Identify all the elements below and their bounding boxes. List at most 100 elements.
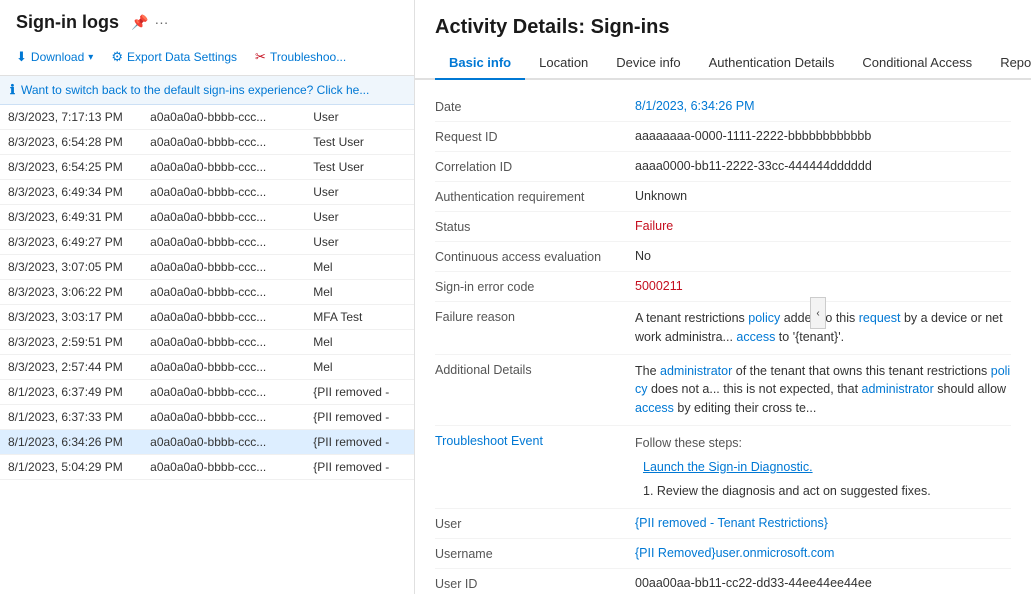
detail-field-label: Troubleshoot Event xyxy=(435,433,635,448)
log-id: a0a0a0a0-bbbb-ccc... xyxy=(142,305,305,330)
log-date: 8/3/2023, 6:49:27 PM xyxy=(0,230,142,255)
export-button[interactable]: ⚙ Export Data Settings xyxy=(103,45,245,69)
detail-field-label: Sign-in error code xyxy=(435,279,635,294)
detail-row: User{PII removed - Tenant Restrictions} xyxy=(435,509,1011,539)
log-user: {PII removed - xyxy=(305,405,414,430)
tab-conditional-access[interactable]: Conditional Access xyxy=(848,47,986,80)
log-user: Mel xyxy=(305,330,414,355)
troubleshoot-button[interactable]: ✂ Troubleshoo... xyxy=(247,45,354,69)
log-date: 8/3/2023, 6:49:31 PM xyxy=(0,205,142,230)
detail-row: Continuous access evaluationNo xyxy=(435,242,1011,272)
log-user: {PII removed - xyxy=(305,430,414,455)
log-date: 8/3/2023, 6:54:25 PM xyxy=(0,155,142,180)
log-date: 8/1/2023, 5:04:29 PM xyxy=(0,455,142,480)
info-icon: ℹ xyxy=(10,82,15,98)
table-row[interactable]: 8/3/2023, 6:54:28 PM a0a0a0a0-bbbb-ccc..… xyxy=(0,130,414,155)
log-user: User xyxy=(305,180,414,205)
log-list-container[interactable]: 8/3/2023, 7:17:13 PM a0a0a0a0-bbbb-ccc..… xyxy=(0,105,414,594)
log-table: 8/3/2023, 7:17:13 PM a0a0a0a0-bbbb-ccc..… xyxy=(0,105,414,480)
log-user: {PII removed - xyxy=(305,455,414,480)
log-date: 8/1/2023, 6:37:33 PM xyxy=(0,405,142,430)
detail-field-label: User xyxy=(435,516,635,531)
detail-field-label: Continuous access evaluation xyxy=(435,249,635,264)
detail-row: Sign-in error code5000211 xyxy=(435,272,1011,302)
detail-row: Correlation IDaaaa0000-bb11-2222-33cc-44… xyxy=(435,152,1011,182)
log-date: 8/3/2023, 3:03:17 PM xyxy=(0,305,142,330)
detail-field-label: Status xyxy=(435,219,635,234)
detail-field-label: User ID xyxy=(435,576,635,591)
log-id: a0a0a0a0-bbbb-ccc... xyxy=(142,430,305,455)
detail-field-label: Request ID xyxy=(435,129,635,144)
download-button[interactable]: ⬇ Download ▾ xyxy=(8,45,101,69)
tab-report-only[interactable]: Report-only xyxy=(986,47,1031,80)
log-id: a0a0a0a0-bbbb-ccc... xyxy=(142,230,305,255)
tab-device-info[interactable]: Device info xyxy=(602,47,694,80)
table-row[interactable]: 8/3/2023, 3:07:05 PM a0a0a0a0-bbbb-ccc..… xyxy=(0,255,414,280)
table-row[interactable]: 8/3/2023, 3:03:17 PM a0a0a0a0-bbbb-ccc..… xyxy=(0,305,414,330)
detail-row: User ID00aa00aa-bb11-cc22-dd33-44ee44ee4… xyxy=(435,569,1011,594)
launch-diagnostic-link[interactable]: Launch the Sign-in Diagnostic. xyxy=(643,457,931,477)
download-icon: ⬇ xyxy=(16,49,27,65)
log-user: User xyxy=(305,230,414,255)
right-panel: Activity Details: Sign-ins Basic infoLoc… xyxy=(415,0,1031,594)
table-row[interactable]: 8/3/2023, 3:06:22 PM a0a0a0a0-bbbb-ccc..… xyxy=(0,280,414,305)
log-user: Mel xyxy=(305,255,414,280)
detail-row: Additional DetailsThe administrator of t… xyxy=(435,355,1011,426)
tab-location[interactable]: Location xyxy=(525,47,602,80)
log-date: 8/3/2023, 6:54:28 PM xyxy=(0,130,142,155)
tab-authentication-details[interactable]: Authentication Details xyxy=(695,47,849,80)
table-row[interactable]: 8/3/2023, 7:17:13 PM a0a0a0a0-bbbb-ccc..… xyxy=(0,105,414,130)
header-icons: 📌 ··· xyxy=(131,14,168,31)
detail-field-value: {PII Removed}user.onmicrosoft.com xyxy=(635,546,1011,560)
collapse-panel-button[interactable]: ‹ xyxy=(810,297,826,329)
dropdown-arrow-icon: ▾ xyxy=(88,52,93,63)
log-date: 8/3/2023, 3:07:05 PM xyxy=(0,255,142,280)
table-row[interactable]: 8/1/2023, 6:37:49 PM a0a0a0a0-bbbb-ccc..… xyxy=(0,380,414,405)
detail-field-label: Failure reason xyxy=(435,309,635,324)
log-user: Test User xyxy=(305,155,414,180)
detail-row: Username{PII Removed}user.onmicrosoft.co… xyxy=(435,539,1011,569)
more-icon[interactable]: ··· xyxy=(154,14,168,31)
table-row[interactable]: 8/1/2023, 5:04:29 PM a0a0a0a0-bbbb-ccc..… xyxy=(0,455,414,480)
table-row[interactable]: 8/3/2023, 2:59:51 PM a0a0a0a0-bbbb-ccc..… xyxy=(0,330,414,355)
table-row[interactable]: 8/3/2023, 6:49:34 PM a0a0a0a0-bbbb-ccc..… xyxy=(0,180,414,205)
pin-icon[interactable]: 📌 xyxy=(131,14,148,31)
log-date: 8/3/2023, 2:59:51 PM xyxy=(0,330,142,355)
log-date: 8/3/2023, 6:49:34 PM xyxy=(0,180,142,205)
detail-title: Activity Details: Sign-ins xyxy=(415,0,1031,47)
left-header: Sign-in logs 📌 ··· xyxy=(0,0,414,41)
log-id: a0a0a0a0-bbbb-ccc... xyxy=(142,105,305,130)
detail-field-value: 5000211 xyxy=(635,279,1011,293)
troubleshoot-follow: Follow these steps: xyxy=(635,433,931,453)
detail-field-value: 00aa00aa-bb11-cc22-dd33-44ee44ee44ee xyxy=(635,576,1011,590)
log-user: {PII removed - xyxy=(305,380,414,405)
detail-field-value: Follow these steps: Launch the Sign-in D… xyxy=(635,433,931,501)
wrench-icon: ✂ xyxy=(255,49,266,65)
detail-field-label: Username xyxy=(435,546,635,561)
detail-field-label: Date xyxy=(435,99,635,114)
table-row[interactable]: 8/3/2023, 6:49:27 PM a0a0a0a0-bbbb-ccc..… xyxy=(0,230,414,255)
log-date: 8/3/2023, 2:57:44 PM xyxy=(0,355,142,380)
table-row[interactable]: 8/1/2023, 6:37:33 PM a0a0a0a0-bbbb-ccc..… xyxy=(0,405,414,430)
table-row[interactable]: 8/1/2023, 6:34:26 PM a0a0a0a0-bbbb-ccc..… xyxy=(0,430,414,455)
detail-field-value: No xyxy=(635,249,1011,263)
tab-bar: Basic infoLocationDevice infoAuthenticat… xyxy=(415,47,1031,80)
log-id: a0a0a0a0-bbbb-ccc... xyxy=(142,330,305,355)
log-user: User xyxy=(305,105,414,130)
table-row[interactable]: 8/3/2023, 6:54:25 PM a0a0a0a0-bbbb-ccc..… xyxy=(0,155,414,180)
log-id: a0a0a0a0-bbbb-ccc... xyxy=(142,255,305,280)
log-user: Mel xyxy=(305,355,414,380)
log-id: a0a0a0a0-bbbb-ccc... xyxy=(142,205,305,230)
detail-field-value: Failure xyxy=(635,219,1011,233)
tab-basic-info[interactable]: Basic info xyxy=(435,47,525,80)
log-id: a0a0a0a0-bbbb-ccc... xyxy=(142,355,305,380)
detail-row: StatusFailure xyxy=(435,212,1011,242)
detail-field-value: aaaaaaaa-0000-1111-2222-bbbbbbbbbbbb xyxy=(635,129,1011,143)
troubleshoot-step: 1. Review the diagnosis and act on sugge… xyxy=(643,481,931,501)
table-row[interactable]: 8/3/2023, 2:57:44 PM a0a0a0a0-bbbb-ccc..… xyxy=(0,355,414,380)
table-row[interactable]: 8/3/2023, 6:49:31 PM a0a0a0a0-bbbb-ccc..… xyxy=(0,205,414,230)
info-bar: ℹ Want to switch back to the default sig… xyxy=(0,76,414,105)
log-id: a0a0a0a0-bbbb-ccc... xyxy=(142,155,305,180)
detail-row: Failure reasonA tenant restrictions poli… xyxy=(435,302,1011,355)
detail-field-value: Unknown xyxy=(635,189,1011,203)
